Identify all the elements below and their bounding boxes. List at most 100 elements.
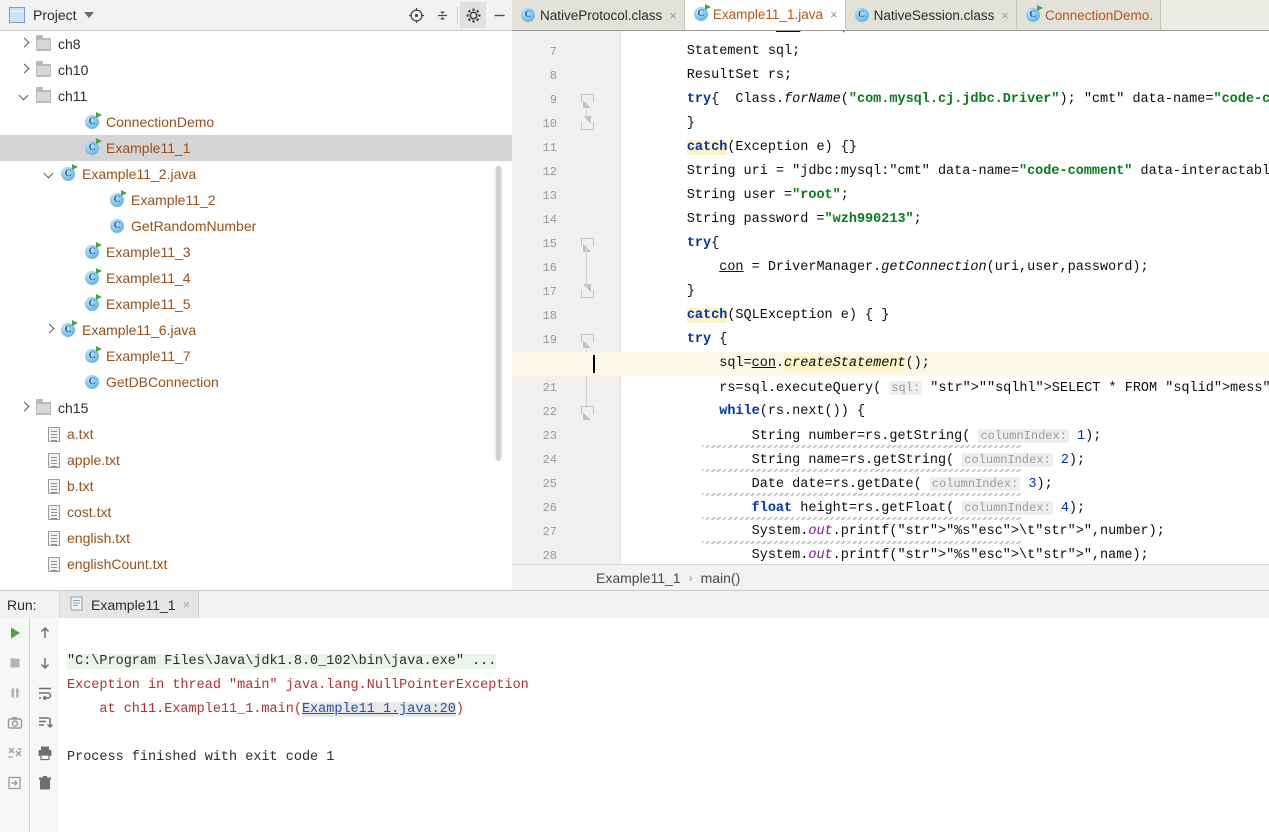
scroll-to-end-icon[interactable] [30, 708, 60, 738]
print-icon[interactable] [30, 738, 60, 768]
hide-minimize-icon[interactable] [486, 2, 512, 28]
tree-node-englishcount-txt[interactable]: englishCount.txt [0, 551, 512, 577]
project-toolwindow-actions [403, 0, 512, 31]
code-line-12[interactable]: String uri = "jdbc:mysql:"cmt" data-name… [622, 160, 1269, 184]
tree-node-getdbconnection[interactable]: C GetDBConnection [0, 369, 512, 395]
chevron-right-icon[interactable] [18, 38, 31, 51]
editor-tab-nativeprotocol-class[interactable]: C NativeProtocol.class × [512, 0, 685, 30]
tree-node-label: ConnectionDemo [106, 114, 215, 130]
close-icon[interactable]: × [999, 8, 1009, 23]
code-keyword: try [686, 92, 712, 107]
tree-node-example11-4[interactable]: C Example11_4 [0, 265, 512, 291]
thread-dump-icon[interactable] [0, 738, 29, 768]
code-line-20[interactable]: sql=con.createStatement(); [512, 352, 1269, 376]
tree-node-apple-txt[interactable]: apple.txt [0, 447, 512, 473]
code-line-18[interactable]: catch(SQLException e) { } [622, 304, 1269, 328]
editor-tab-connectiondemo-[interactable]: C ConnectionDemo. [1016, 0, 1162, 30]
run-tab-example11-1[interactable]: Example11_1 × [59, 590, 200, 619]
tree-node-getrandomnumber[interactable]: C GetRandomNumber [0, 213, 512, 239]
line-number: 24 [542, 453, 557, 467]
tree-node-cost-txt[interactable]: cost.txt [0, 499, 512, 525]
code-line-22[interactable]: while(rs.next()) { [622, 400, 1269, 424]
code-line-28[interactable]: System.out.printf("str">"%s"esc">\t"str"… [622, 544, 1269, 564]
fold-connector [586, 246, 587, 288]
tree-node-example11-6-java[interactable]: C Example11_6.java [0, 317, 512, 343]
line-number: 22 [542, 405, 557, 419]
code-line-16[interactable]: con = DriverManager.getConnection(uri,us… [622, 256, 1269, 280]
editor-tab-example11-1-java[interactable]: C Example11_1.java × [684, 0, 846, 30]
tree-node-example11-2[interactable]: C Example11_2 [0, 187, 512, 213]
tree-node-ch11[interactable]: ch11 [0, 83, 512, 109]
soft-wrap-icon[interactable] [30, 678, 60, 708]
chevron-down-icon[interactable] [18, 90, 31, 103]
close-icon[interactable]: × [183, 597, 191, 612]
close-icon[interactable]: × [828, 7, 838, 22]
code-line-17[interactable]: } [622, 280, 1269, 304]
line-number: 14 [542, 213, 557, 227]
chevron-right-icon[interactable] [18, 402, 31, 415]
code-line-10[interactable]: } [622, 112, 1269, 136]
tab-label: Example11_1.java [712, 6, 823, 22]
project-tree[interactable]: ch8 ch10 ch11 C ConnectionDemo C Example11_1 C E… [0, 31, 512, 590]
stop-icon[interactable] [0, 648, 29, 678]
pause-icon[interactable] [0, 678, 29, 708]
code-line-6[interactable]: Connection con null; [622, 31, 1269, 40]
param-hint: columnIndex: [962, 453, 1053, 467]
tree-node-ch8[interactable]: ch8 [0, 31, 512, 57]
breadcrumb-item-0[interactable]: Example11_1 [596, 570, 681, 586]
code-line-11[interactable]: catch(Exception e) {} [622, 136, 1269, 160]
run-console: "C:\Program Files\Java\jdk1.8.0_102\bin\… [0, 618, 1269, 832]
tree-node-label: ch8 [58, 36, 81, 52]
export-icon[interactable] [0, 768, 29, 798]
chevron-right-icon[interactable] [18, 64, 31, 77]
code-line-21[interactable]: rs=sql.executeQuery( sql: "str">""sqlhl"… [622, 376, 1269, 400]
line-number: 27 [542, 525, 557, 539]
breadcrumb: Example11_1 › main() [512, 564, 1269, 591]
close-icon[interactable]: × [667, 8, 677, 23]
tree-node-example11-5[interactable]: C Example11_5 [0, 291, 512, 317]
down-arrow-icon[interactable] [30, 648, 60, 678]
editor-gutter[interactable]: 6789101112131415161718192021222324252627… [512, 31, 621, 564]
console-stacktrace-link[interactable]: Example11_1.java:20 [301, 702, 456, 717]
param-hint: columnIndex: [978, 429, 1069, 443]
tree-node-english-txt[interactable]: english.txt [0, 525, 512, 551]
project-tree-scrollbar[interactable] [494, 166, 503, 461]
code-line-7[interactable]: Statement sql; [622, 40, 1269, 64]
tree-node-a-txt[interactable]: a.txt [0, 421, 512, 447]
tree-node-example11-7[interactable]: C Example11_7 [0, 343, 512, 369]
tree-node-b-txt[interactable]: b.txt [0, 473, 512, 499]
code-line-19[interactable]: try { [622, 328, 1269, 352]
class-file-icon: C [854, 8, 869, 22]
screenshot-icon[interactable] [0, 708, 29, 738]
chevron-right-icon[interactable] [43, 324, 56, 337]
tree-node-example11-1[interactable]: C Example11_1 [0, 135, 512, 161]
line-number: 8 [549, 69, 557, 83]
toolbar-divider [457, 6, 458, 24]
code-editor[interactable]: 6789101112131415161718192021222324252627… [512, 31, 1269, 564]
tree-node-label: cost.txt [67, 504, 112, 520]
editor-tab-nativesession-class[interactable]: C NativeSession.class × [845, 0, 1017, 30]
code-line-15[interactable]: try{ [622, 232, 1269, 256]
code-line-9[interactable]: try{ Class.forName("com.mysql.cj.jdbc.Dr… [622, 88, 1269, 112]
rerun-play-icon[interactable] [0, 618, 29, 648]
clear-all-trash-icon[interactable] [30, 768, 60, 798]
code-line-13[interactable]: String user ="root"; [622, 184, 1269, 208]
tree-node-ch10[interactable]: ch10 [0, 57, 512, 83]
java-class-icon: C [85, 242, 102, 259]
code-line-8[interactable]: ResultSet rs; [622, 64, 1269, 88]
tree-node-connectiondemo[interactable]: C ConnectionDemo [0, 109, 512, 135]
settings-gear-icon[interactable] [460, 2, 486, 28]
chevron-down-icon[interactable] [43, 168, 56, 181]
chevron-down-icon[interactable] [83, 12, 94, 18]
locate-icon[interactable] [403, 2, 429, 28]
tree-node-ch15[interactable]: ch15 [0, 395, 512, 421]
tree-node-example11-2-java[interactable]: C Example11_2.java [0, 161, 512, 187]
up-arrow-icon[interactable] [30, 618, 60, 648]
breadcrumb-item-1[interactable]: main() [701, 570, 741, 586]
run-toolbar-right [29, 618, 59, 832]
project-toolwindow-title: Project [33, 7, 77, 23]
code-line-14[interactable]: String password ="wzh990213"; [622, 208, 1269, 232]
collapse-all-icon[interactable] [429, 2, 455, 28]
tree-node-example11-3[interactable]: C Example11_3 [0, 239, 512, 265]
